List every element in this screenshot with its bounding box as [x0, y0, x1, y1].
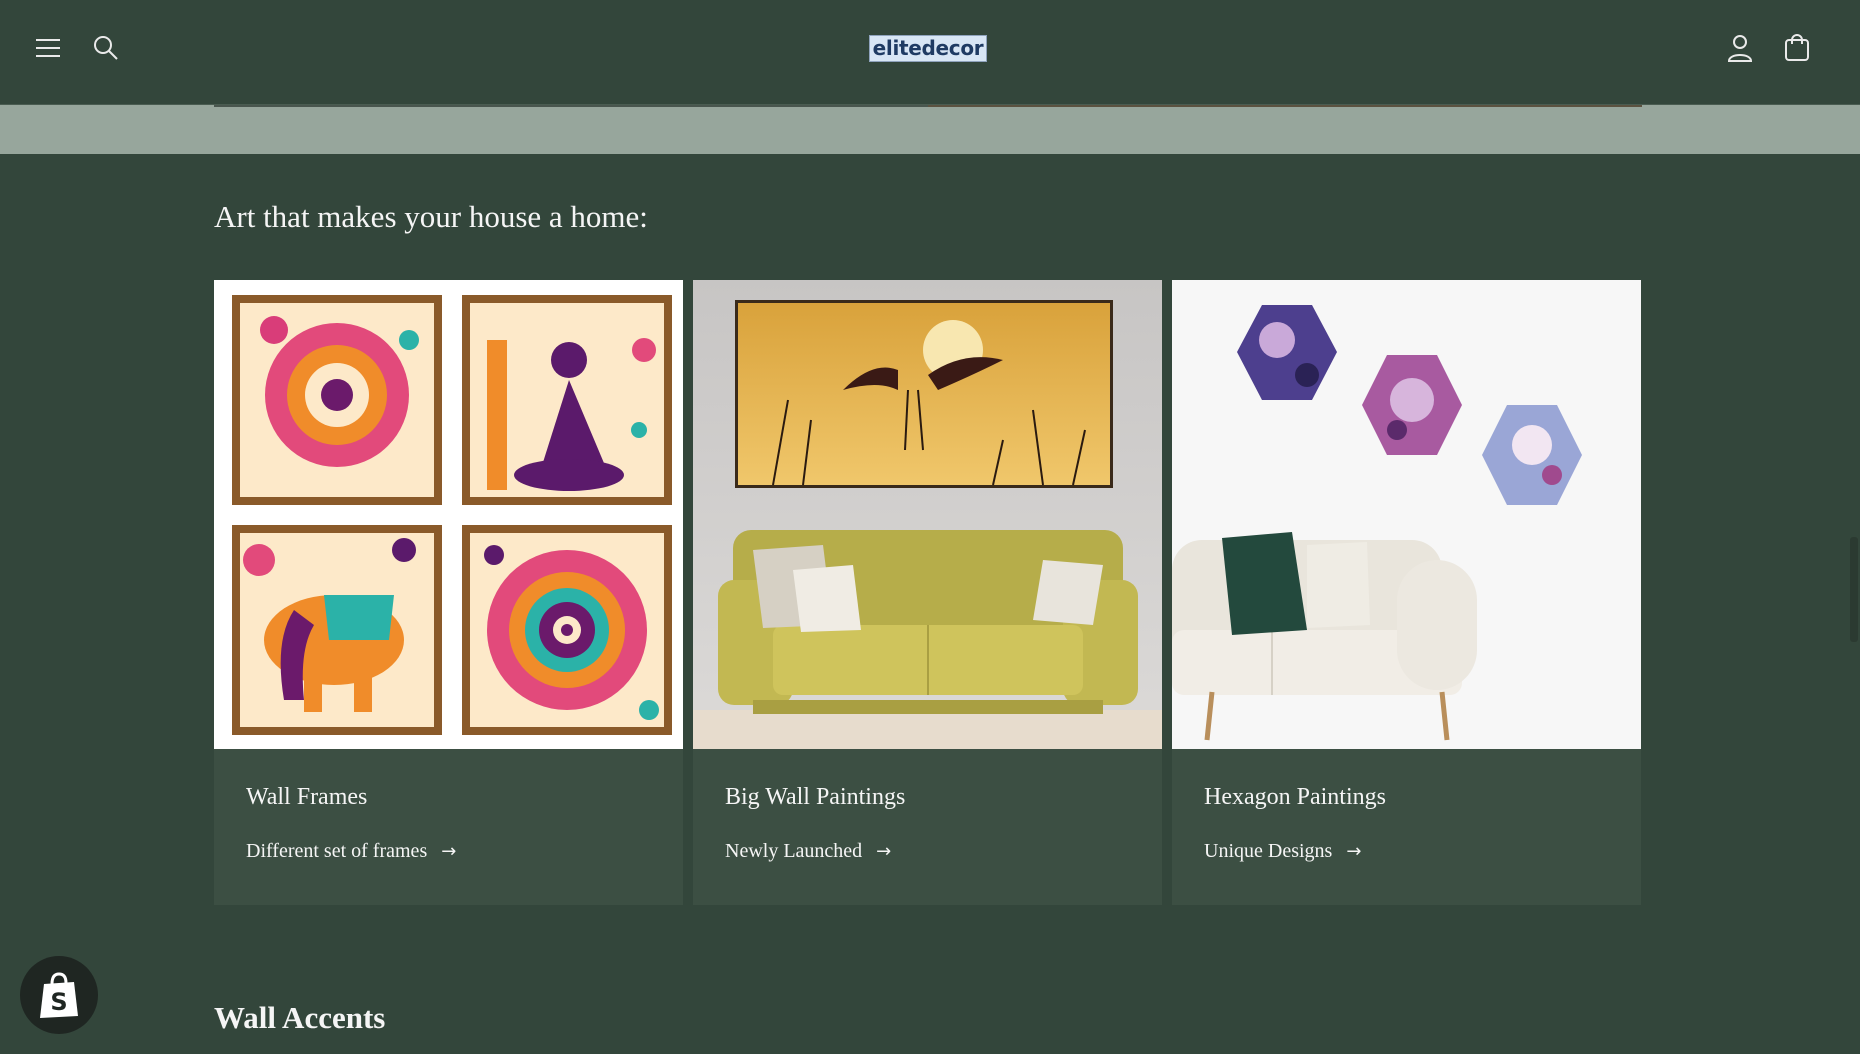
cart-icon[interactable]	[1777, 28, 1817, 68]
card-title[interactable]: Big Wall Paintings	[725, 784, 905, 811]
arrow-right-icon: →	[1346, 841, 1362, 862]
card-title[interactable]: Hexagon Paintings	[1204, 784, 1386, 811]
collection-card-big-wall-paintings[interactable]: Big Wall Paintings Newly Launched →	[693, 280, 1162, 905]
section-title-wall-accents: Wall Accents	[214, 1000, 386, 1035]
previous-section-strip	[0, 105, 1860, 154]
svg-text:S: S	[50, 988, 67, 1016]
shopify-bag-icon[interactable]: S	[20, 956, 98, 1034]
account-icon[interactable]	[1720, 28, 1760, 68]
card-link-label[interactable]: Newly Launched	[725, 840, 862, 863]
card-link[interactable]: Newly Launched →	[725, 840, 891, 863]
site-logo[interactable]: elitedecor	[869, 35, 987, 62]
card-link[interactable]: Unique Designs →	[1204, 840, 1361, 863]
card-link[interactable]: Different set of frames →	[246, 840, 456, 863]
collection-image[interactable]	[693, 280, 1162, 749]
search-icon[interactable]	[86, 28, 126, 68]
site-header: elitedecor	[0, 0, 1860, 105]
card-link-label[interactable]: Different set of frames	[246, 840, 427, 863]
collection-card-wall-frames[interactable]: Wall Frames Different set of frames →	[214, 280, 683, 905]
arrow-right-icon: →	[441, 841, 457, 862]
divider	[928, 105, 1642, 107]
card-link-label[interactable]: Unique Designs	[1204, 840, 1332, 863]
collection-image[interactable]	[1172, 280, 1641, 749]
section-title: Art that makes your house a home:	[214, 199, 648, 234]
arrow-right-icon: →	[876, 841, 892, 862]
collection-card-hexagon-paintings[interactable]: Hexagon Paintings Unique Designs →	[1172, 280, 1641, 905]
collection-image[interactable]	[214, 280, 683, 749]
card-title[interactable]: Wall Frames	[246, 784, 367, 811]
scrollbar[interactable]	[1850, 537, 1858, 642]
menu-icon[interactable]	[28, 28, 68, 68]
